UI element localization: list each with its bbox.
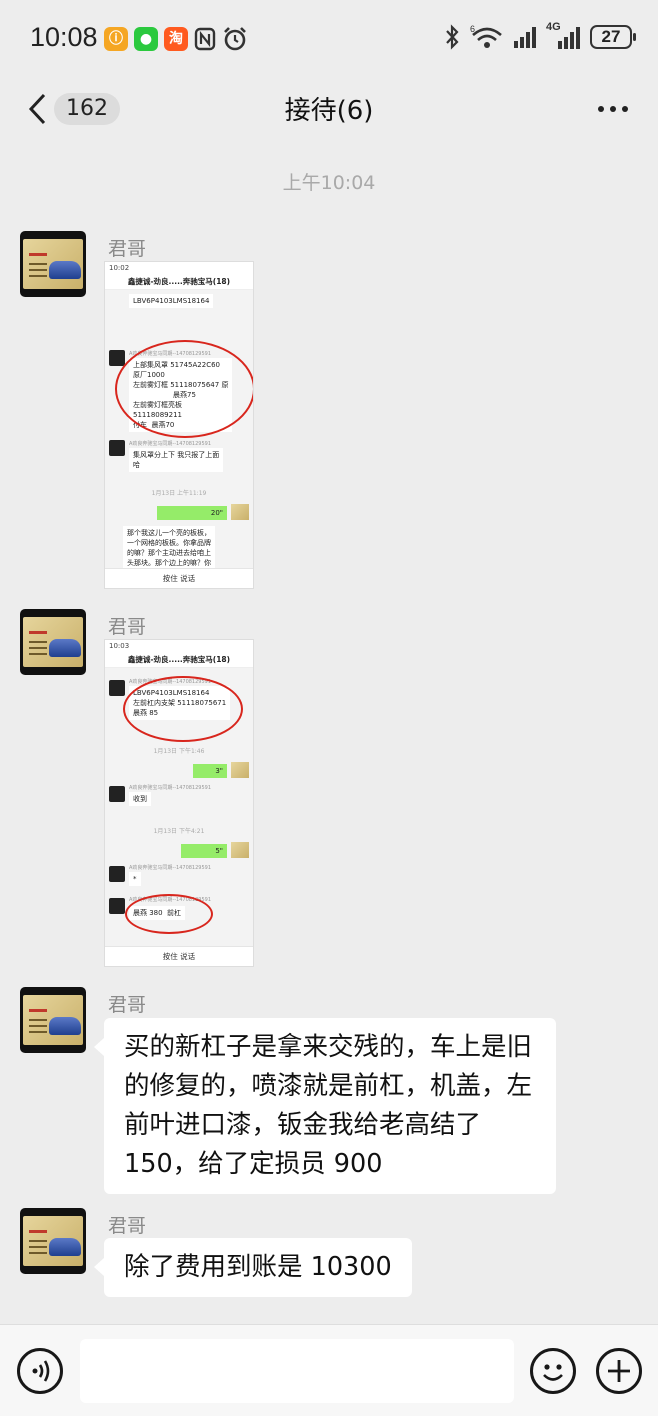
time-divider: 上午10:04 <box>282 172 376 194</box>
text-message-bubble[interactable]: 买的新杠子是拿来交残的，车上是旧的修复的，喷漆就是前杠，机盖，左前叶进口漆，钣金… <box>94 1018 556 1194</box>
alarm-icon <box>224 27 246 51</box>
image-message-2[interactable]: 10:03 鑫捷诚-劲良.....奔驰宝马(18) A劲良奔驰宝马同期--147… <box>104 639 254 967</box>
signal-icon <box>514 26 536 48</box>
status-time: 10:08 <box>30 22 98 52</box>
input-bar <box>0 1324 658 1416</box>
emoji-icon[interactable] <box>530 1348 576 1394</box>
sender-name: 君哥 <box>108 238 147 260</box>
svg-text:6: 6 <box>470 24 475 34</box>
wechat-icon: ● <box>134 27 158 51</box>
bluetooth-icon <box>446 24 459 50</box>
voice-icon[interactable] <box>17 1348 63 1394</box>
wifi-icon: 6 <box>470 24 502 48</box>
text-message-bubble[interactable]: 除了费用到账是 10300 <box>94 1238 412 1297</box>
chat-title: 接待(6) <box>284 96 374 126</box>
battery-icon: 27 <box>590 25 636 49</box>
status-bar: 10:08 ⓘ ● 淘 6 4G 27 <box>0 0 658 80</box>
avatar[interactable] <box>20 231 86 297</box>
message-input[interactable] <box>80 1339 514 1403</box>
nfc-icon <box>194 27 216 51</box>
plus-icon[interactable] <box>596 1348 642 1394</box>
sender-name: 君哥 <box>108 1215 147 1237</box>
sender-name: 君哥 <box>108 616 147 638</box>
avatar[interactable] <box>20 987 86 1053</box>
avatar[interactable] <box>20 609 86 675</box>
app-orange-icon: ⓘ <box>104 27 128 51</box>
avatar[interactable] <box>20 1208 86 1274</box>
annotation-circle <box>123 676 243 742</box>
annotation-circle <box>125 894 213 934</box>
taobao-icon: 淘 <box>164 27 188 51</box>
more-icon[interactable] <box>596 94 630 124</box>
annotation-circle <box>115 340 253 438</box>
sender-name: 君哥 <box>108 994 147 1016</box>
image-message-1[interactable]: 10:02 鑫捷诚-劲良.....奔驰宝马(18) LBV6P4103LMS18… <box>104 261 254 589</box>
signal-4g-icon: 4G <box>546 21 580 49</box>
chat-header: 162 接待(6) <box>0 80 658 140</box>
